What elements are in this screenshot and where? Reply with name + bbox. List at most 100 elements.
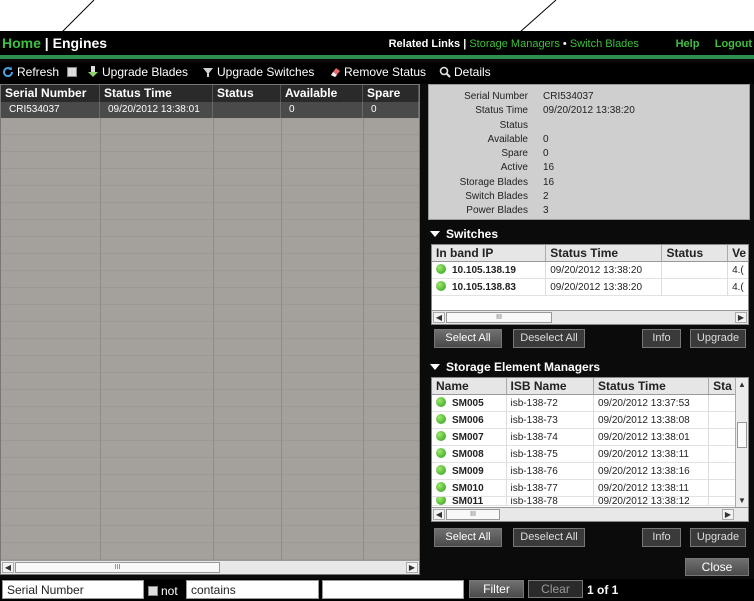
storage-managers-link[interactable]: Storage Managers [469, 38, 560, 50]
detail-row: Switch Blades 2 [429, 191, 751, 205]
scroll-left-icon[interactable]: ◀ [433, 509, 445, 520]
cell-isb: isb-138-74 [507, 428, 594, 446]
filter-field-select[interactable]: Serial Number [2, 580, 144, 599]
home-link[interactable]: Home [2, 35, 41, 51]
column-header[interactable]: Name [432, 378, 507, 394]
table-row[interactable]: SM005 isb-138-72 09/20/2012 13:37:53 [432, 394, 735, 412]
scroll-left-icon[interactable]: ◀ [433, 312, 445, 323]
column-header[interactable]: Status Time [546, 245, 663, 261]
detail-label: Status Time [475, 105, 528, 116]
table-row[interactable]: SM006 isb-138-73 09/20/2012 13:38:08 [432, 411, 735, 429]
info-button[interactable]: Info [642, 528, 681, 547]
switches-button-bar: Select All Deselect All Info Upgrade [431, 329, 749, 351]
cell-status-time: 09/20/2012 13:38:08 [594, 411, 710, 429]
scroll-right-icon[interactable]: ▶ [722, 509, 734, 520]
upgrade-switches-button[interactable]: Upgrade Switches [202, 65, 314, 79]
table-row[interactable]: SM009 isb-138-76 09/20/2012 13:38:16 [432, 462, 735, 480]
close-button[interactable]: Close [685, 558, 749, 576]
cell-status [709, 429, 735, 446]
table-row[interactable]: SM007 isb-138-74 09/20/2012 13:38:01 [432, 428, 735, 446]
select-all-button[interactable]: Select All [434, 329, 502, 348]
scroll-right-icon[interactable]: ▶ [406, 562, 418, 573]
detail-label: Switch Blades [465, 191, 528, 202]
deselect-all-button[interactable]: Deselect All [513, 528, 585, 547]
detail-row: Power Blades 3 [429, 205, 751, 219]
cell-status [662, 278, 729, 296]
column-header[interactable]: Available [281, 85, 363, 102]
collapse-triangle-icon [430, 364, 440, 370]
column-header[interactable]: Status [662, 245, 729, 261]
scroll-up-icon[interactable]: ▲ [736, 379, 748, 391]
scroll-down-icon[interactable]: ▼ [736, 495, 748, 507]
column-header[interactable]: Ve [728, 245, 748, 261]
related-links-label: Related Links [388, 38, 461, 50]
cell-status [709, 395, 735, 412]
filter-button[interactable]: Filter [469, 580, 524, 598]
upgrade-blades-button[interactable]: Upgrade Blades [87, 65, 188, 79]
status-ok-icon [436, 280, 446, 291]
column-header[interactable]: Spare [363, 85, 419, 102]
scroll-thumb[interactable]: III [446, 312, 552, 323]
scroll-thumb[interactable]: III [446, 509, 500, 520]
filter-operator-select[interactable]: contains [186, 580, 319, 599]
table-row[interactable]: SM010 isb-138-77 09/20/2012 13:38:11 [432, 479, 735, 497]
related-links-separator: | [463, 38, 467, 50]
details-label: Details [454, 65, 491, 79]
detail-row: Active 16 [429, 162, 751, 176]
cell-name: SM008 [432, 445, 507, 463]
upgrade-button[interactable]: Upgrade [690, 329, 746, 348]
detail-label: Power Blades [466, 205, 528, 216]
detail-row: Available 0 [429, 134, 751, 148]
refresh-button[interactable]: Refresh [2, 65, 78, 79]
table-row[interactable]: SM011 isb-138-78 09/20/2012 13:38:12 [432, 497, 735, 506]
help-link[interactable]: Help [676, 38, 700, 50]
column-header[interactable]: Status Time [100, 85, 213, 102]
filter-value-input[interactable] [322, 580, 464, 599]
not-checkbox-group[interactable]: not [148, 584, 178, 598]
column-header[interactable]: In band IP [432, 245, 547, 261]
clear-button[interactable]: Clear [528, 580, 583, 598]
status-ok-icon [436, 464, 446, 475]
column-header[interactable]: Serial Number [1, 85, 100, 102]
cell-name: SM007 [432, 428, 507, 446]
scroll-thumb[interactable]: III [15, 562, 220, 573]
table-row[interactable]: 10.105.138.19 09/20/2012 13:38:20 4.( [432, 261, 748, 279]
cell-status-time: 09/20/2012 13:38:20 [546, 261, 663, 279]
switches-table: In band IP Status Time Status Ve 10.105.… [431, 244, 749, 325]
details-button[interactable]: Details [439, 65, 491, 79]
upgrade-button[interactable]: Upgrade [690, 528, 746, 547]
link-bullet: • [562, 38, 567, 50]
switch-blades-link[interactable]: Switch Blades [570, 38, 639, 50]
table-row[interactable]: CRI534037 09/20/2012 13:38:01 0 0 [1, 102, 419, 118]
status-ok-icon [436, 447, 446, 458]
horizontal-scrollbar[interactable]: ◀ III ▶ [432, 310, 748, 324]
cell-status [709, 480, 735, 497]
collapse-triangle-icon [430, 231, 440, 237]
horizontal-scrollbar[interactable]: ◀ III ▶ [432, 507, 748, 521]
table-row[interactable]: SM008 isb-138-75 09/20/2012 13:38:11 [432, 445, 735, 463]
scroll-right-icon[interactable]: ▶ [735, 312, 747, 323]
detail-row: Status Time 09/20/2012 13:38:20 [429, 105, 751, 119]
not-checkbox[interactable] [148, 586, 158, 596]
column-header[interactable]: Status [213, 85, 281, 102]
deselect-all-button[interactable]: Deselect All [513, 329, 585, 348]
vertical-scrollbar[interactable]: ▲ ▼ [735, 378, 748, 508]
funnel-icon [203, 68, 213, 77]
switches-section-toggle[interactable]: Switches [430, 227, 498, 241]
refresh-label: Refresh [17, 65, 60, 79]
column-header[interactable]: Status Time [594, 378, 710, 394]
horizontal-scrollbar[interactable]: ◀ III ▶ [1, 560, 419, 574]
column-header[interactable]: ISB Name [507, 378, 594, 394]
select-all-button[interactable]: Select All [434, 528, 502, 547]
checkbox-icon[interactable] [67, 67, 78, 77]
column-header[interactable]: Sta [709, 378, 735, 394]
cell-ip: 10.105.138.83 [432, 278, 547, 296]
scroll-thumb[interactable] [737, 422, 747, 448]
sem-section-toggle[interactable]: Storage Element Managers [430, 360, 600, 374]
info-button[interactable]: Info [642, 329, 681, 348]
remove-status-button[interactable]: Remove Status [329, 65, 426, 79]
table-row[interactable]: 10.105.138.83 09/20/2012 13:38:20 4.( [432, 278, 748, 296]
table-header: Name ISB Name Status Time Sta [432, 378, 735, 395]
scroll-left-icon[interactable]: ◀ [2, 562, 14, 573]
logout-link[interactable]: Logout [715, 38, 752, 50]
